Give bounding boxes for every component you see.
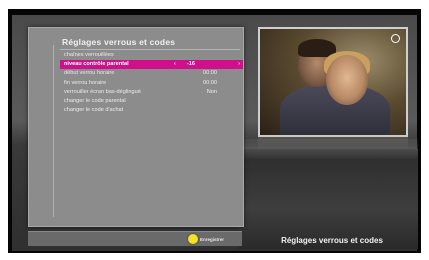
menu-item-value: 00:00	[203, 79, 217, 86]
live-tv-preview	[258, 27, 408, 137]
menu-item-label: début verrou horaire	[64, 70, 115, 77]
menu-item-value: Non	[206, 88, 217, 95]
menu-item-label: fin verrou horaire	[64, 79, 107, 86]
arrow-left-icon[interactable]: ‹	[174, 60, 176, 69]
menu-footer-bar: Enregistrer	[28, 231, 242, 246]
menu-item-value: 00:00	[203, 70, 217, 77]
yellow-button-icon	[188, 234, 198, 244]
menu-item-label: niveau contrôle parental	[64, 61, 129, 68]
menu-list: chaînes verrouillées niveau contrôle par…	[60, 51, 243, 115]
arrow-right-icon[interactable]: ›	[238, 60, 240, 69]
menu-item-parental-level[interactable]: niveau contrôle parental ‹ -16 ›	[60, 60, 243, 70]
menu-item-lock-screen[interactable]: verrouiller écran bas-déglingué Non	[60, 88, 243, 97]
menu-item-label: changer le code parental	[64, 97, 126, 104]
menu-title-underline	[60, 49, 240, 50]
menu-item-label: chaînes verrouillées	[64, 52, 114, 58]
menu-item-change-parental-code[interactable]: changer le code parental	[60, 97, 243, 106]
menu-item-value: -16	[186, 61, 195, 68]
tv-screen: Réglages verrous et codes chaînes verrou…	[8, 9, 421, 253]
menu-item-label: changer le code d'achat	[64, 107, 124, 114]
menu-divider	[53, 45, 54, 217]
menu-item-label: verrouiller écran bas-déglingué	[64, 88, 141, 95]
save-button[interactable]: Enregistrer	[188, 234, 224, 244]
menu-item-change-purchase-code[interactable]: changer le code d'achat	[60, 106, 243, 115]
menu-item-lock-end[interactable]: fin verrou horaire 00:00	[60, 79, 243, 88]
screen-caption: Réglages verrous et codes	[281, 236, 383, 245]
background-floor	[238, 149, 418, 249]
menu-item-locked-channels[interactable]: chaînes verrouillées	[60, 51, 243, 60]
menu-title: Réglages verrous et codes	[62, 37, 176, 47]
settings-menu-panel: Réglages verrous et codes chaînes verrou…	[28, 27, 244, 227]
menu-item-lock-start[interactable]: début verrou horaire 00:00	[60, 69, 243, 78]
save-button-label: Enregistrer	[200, 236, 225, 242]
preview-reflection	[258, 135, 408, 151]
channel-logo-icon	[391, 34, 400, 43]
